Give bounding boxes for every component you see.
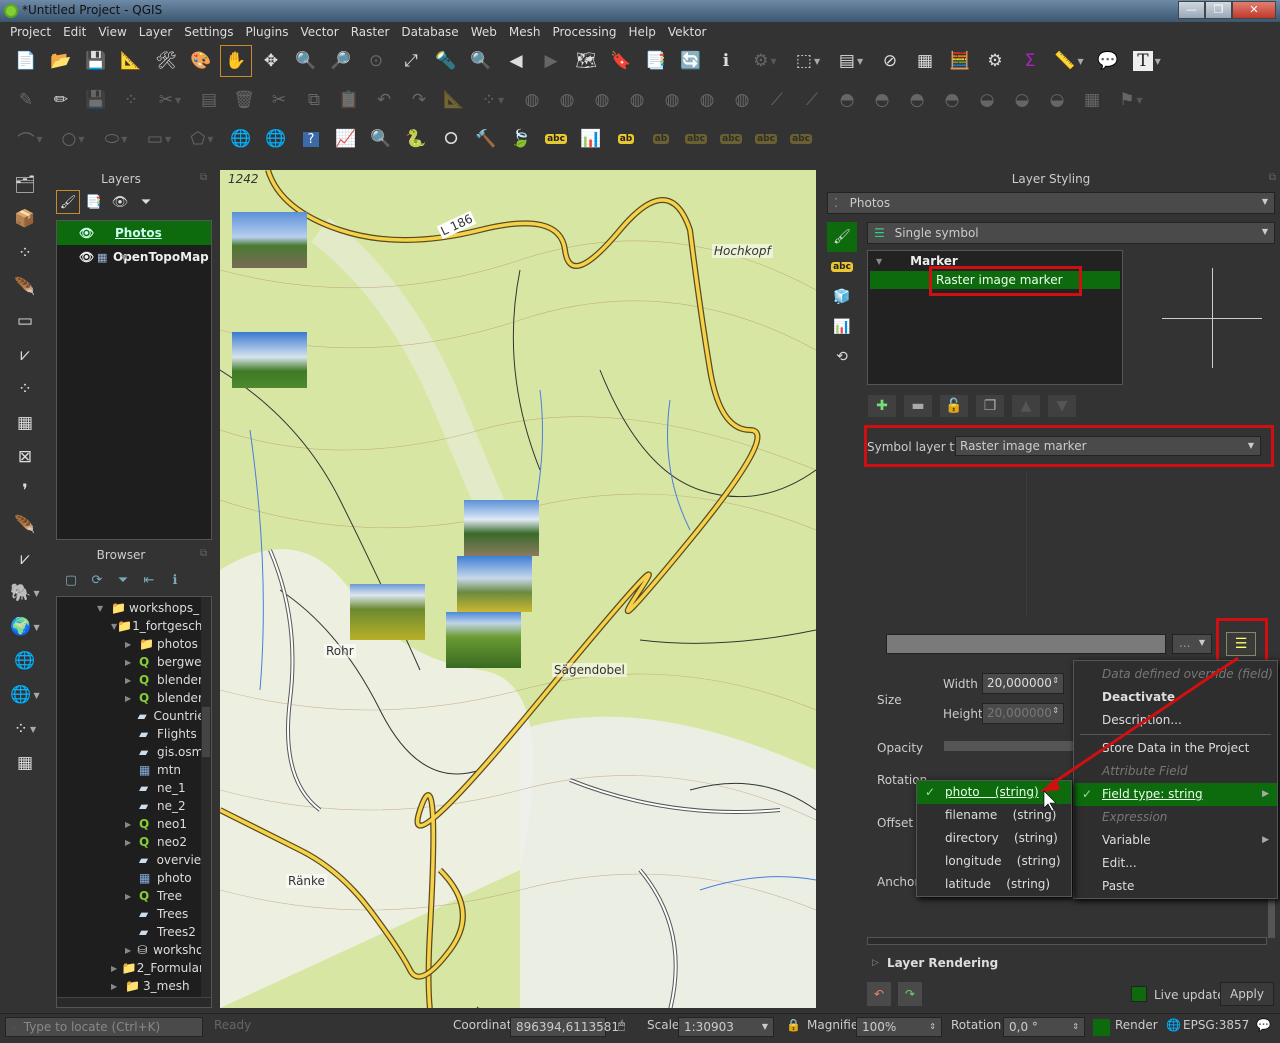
magnifier-spinbox[interactable]: 100% ⇕ <box>856 1017 942 1037</box>
rotation-label: Rotation <box>951 1018 1002 1032</box>
coordinate-field[interactable]: 896394,6113581 <box>510 1017 619 1037</box>
locator-placeholder: Type to locate (Ctrl+K) <box>23 1020 161 1034</box>
status-message: Ready <box>214 1018 252 1032</box>
chevron-down-icon: ▼ <box>761 1022 768 1031</box>
render-checkbox[interactable] <box>1093 1019 1110 1036</box>
lock-scale-icon[interactable]: 🔒 <box>786 1018 801 1032</box>
search-icon: ⌕ <box>11 1020 18 1034</box>
crs-button[interactable]: EPSG:3857 <box>1183 1018 1249 1032</box>
crs-globe-icon[interactable]: 🌐 <box>1166 1018 1181 1032</box>
coordinate-label: Coordinate <box>453 1018 519 1032</box>
locator-search-input[interactable]: ⌕ Type to locate (Ctrl+K) <box>5 1017 203 1037</box>
render-label: Render <box>1115 1018 1158 1032</box>
toggle-extents-icon[interactable]: 🖱 <box>618 1018 625 1033</box>
spin-arrows-icon: ⇕ <box>1072 1022 1079 1031</box>
spin-arrows-icon: ⇕ <box>929 1022 936 1031</box>
status-bar: ⌕ Type to locate (Ctrl+K) Ready Coordinat… <box>0 1013 1280 1043</box>
annotation-arrow <box>1040 656 1239 812</box>
scale-value: 1:30903 <box>684 1020 734 1034</box>
magnifier-value: 100% <box>862 1020 897 1034</box>
rotation-value: 0,0 ° <box>1009 1020 1038 1034</box>
magnifier-label: Magnifier <box>807 1018 864 1032</box>
rotation-spinbox[interactable]: 0,0 ° ⇕ <box>1003 1017 1085 1037</box>
scale-combo[interactable]: 1:30903 ▼ <box>678 1017 774 1037</box>
messages-icon[interactable]: 💬 <box>1256 1018 1271 1032</box>
scale-label: Scale <box>647 1018 680 1032</box>
